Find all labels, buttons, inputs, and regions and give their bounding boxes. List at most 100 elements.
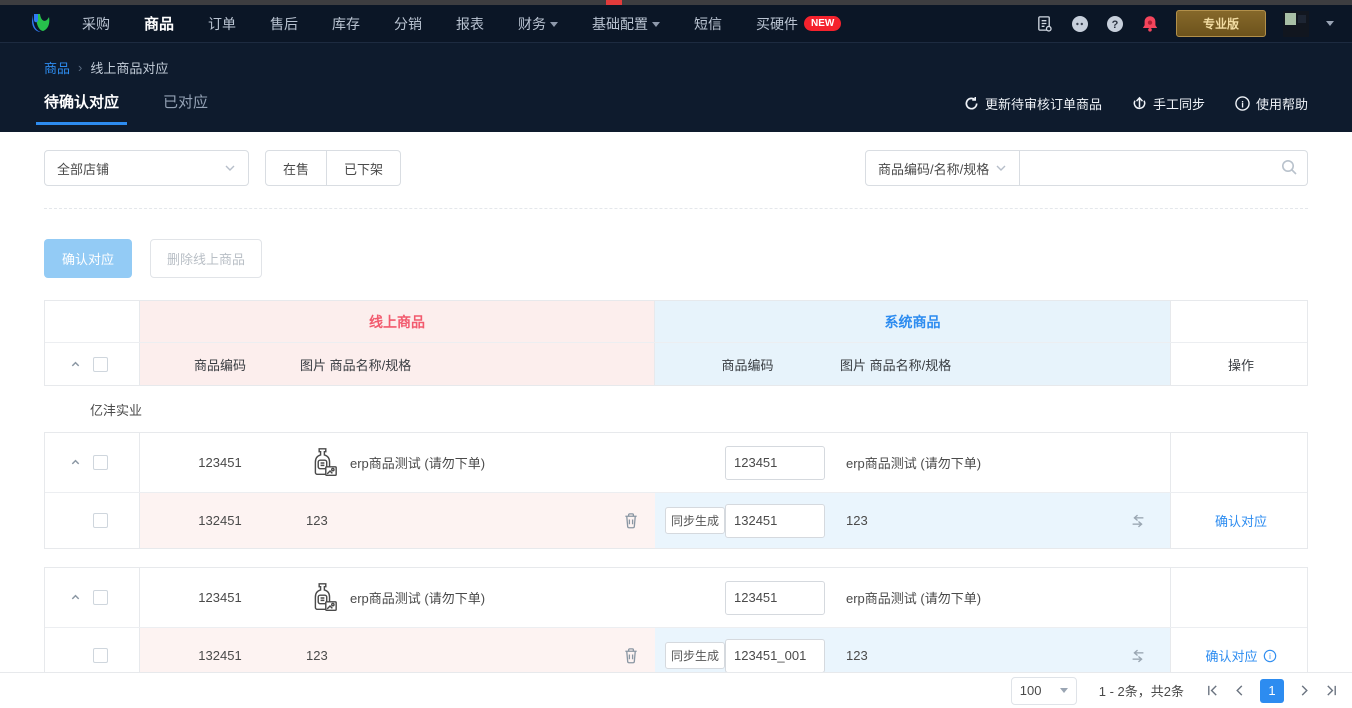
nav-item-purchase[interactable]: 采购: [82, 14, 110, 34]
browser-notch: [606, 0, 622, 5]
row-checkbox[interactable]: [93, 648, 108, 663]
nav-item-orders[interactable]: 订单: [208, 14, 236, 34]
tab-matched[interactable]: 已对应: [163, 91, 208, 125]
header-actions: 更新待审核订单商品 手工同步 i 使用帮助: [964, 94, 1308, 125]
system-code-input[interactable]: [725, 581, 825, 615]
system-code-input[interactable]: [725, 504, 825, 538]
trash-icon[interactable]: [623, 647, 655, 664]
system-name: erp商品测试 (请勿下单): [840, 433, 1105, 492]
first-page-icon[interactable]: [1206, 684, 1219, 697]
shop-select[interactable]: 全部店铺: [44, 150, 249, 186]
chevron-down-icon[interactable]: [1326, 21, 1334, 26]
row-checkbox[interactable]: [93, 590, 108, 605]
search-icon[interactable]: [1280, 158, 1298, 176]
online-code: 132451: [140, 493, 300, 548]
nav-item-base-config[interactable]: 基础配置: [592, 14, 660, 34]
collapse-all-icon[interactable]: [70, 359, 81, 370]
prev-page-icon[interactable]: [1233, 684, 1246, 697]
refresh-pending-orders-link[interactable]: 更新待审核订单商品: [964, 94, 1102, 113]
online-product-group-header: 线上商品: [140, 301, 655, 342]
row-select-cell: [45, 568, 140, 627]
search-input[interactable]: [1020, 150, 1308, 186]
nav-item-aftersale[interactable]: 售后: [270, 14, 298, 34]
confirm-match-link[interactable]: 确认对应 i: [1205, 646, 1276, 665]
search-group: 商品编码/名称/规格: [865, 150, 1308, 186]
tab-pending-match[interactable]: 待确认对应: [44, 91, 119, 125]
svg-text:i: i: [1241, 99, 1244, 109]
help-icon[interactable]: ?: [1106, 15, 1124, 33]
usage-help-link[interactable]: i 使用帮助: [1235, 94, 1308, 113]
pagination-range: 1 - 2条，共2条: [1099, 681, 1184, 700]
page-header: 商品 › 线上商品对应 待确认对应 已对应 更新待审核订单商品 手工同步: [0, 42, 1352, 132]
current-page[interactable]: 1: [1260, 679, 1284, 703]
version-badge[interactable]: 专业版: [1176, 10, 1266, 37]
last-page-icon[interactable]: [1325, 684, 1338, 697]
system-code-input[interactable]: [725, 639, 825, 673]
avatar[interactable]: [1283, 11, 1309, 37]
next-page-icon[interactable]: [1298, 684, 1311, 697]
nav-item-finance[interactable]: 财务: [518, 14, 558, 34]
tab-bar: 待确认对应 已对应: [44, 91, 208, 125]
info-icon: i: [1263, 649, 1277, 663]
nav-item-buy-hardware[interactable]: 买硬件NEW: [756, 14, 841, 34]
sync-generate-button[interactable]: 同步生成: [665, 642, 725, 669]
trash-icon[interactable]: [623, 512, 655, 529]
row-checkbox[interactable]: [93, 513, 108, 528]
system-name: erp商品测试 (请勿下单): [840, 568, 1105, 627]
chevron-down-icon: [550, 22, 558, 27]
page-size-select[interactable]: 100: [1011, 677, 1077, 705]
online-name: erp商品测试 (请勿下单): [344, 433, 655, 492]
header-spacer: [1171, 301, 1311, 342]
system-name: 123: [840, 493, 1105, 548]
chevron-down-icon: [224, 162, 236, 174]
online-code: 123451: [140, 433, 300, 492]
nav-item-distribution[interactable]: 分销: [394, 14, 422, 34]
product-match-block: 123451 erp商品测试 (请勿下单) erp商品测试 (请勿下单): [44, 567, 1308, 684]
on-sale-button[interactable]: 在售: [265, 150, 327, 186]
parent-row: 123451 erp商品测试 (请勿下单) erp商品测试 (请勿下单): [45, 568, 1307, 628]
collapse-row-icon[interactable]: [70, 592, 81, 603]
nav-item-reports[interactable]: 报表: [456, 14, 484, 34]
confirm-match-link[interactable]: 确认对应: [1215, 511, 1267, 530]
system-code-cell: [725, 568, 840, 627]
online-name: 123: [306, 513, 328, 528]
manual-sync-link[interactable]: 手工同步: [1132, 94, 1205, 113]
row-select-cell: [45, 433, 140, 492]
breadcrumb-current: 线上商品对应: [90, 58, 168, 77]
system-code-input[interactable]: [725, 446, 825, 480]
select-all-checkbox[interactable]: [93, 357, 108, 372]
swap-icon[interactable]: [1105, 493, 1171, 548]
info-icon: i: [1235, 96, 1250, 111]
delete-online-product-button[interactable]: 删除线上商品: [150, 239, 262, 278]
new-badge: NEW: [804, 16, 841, 31]
upload-circle-icon: [1132, 96, 1147, 111]
system-code-header: 商品编码: [655, 343, 840, 385]
main-nav: 采购 商品 订单 售后 库存 分销 报表 财务 基础配置 短信 买硬件NEW: [82, 13, 841, 34]
table-header: 线上商品 系统商品 商品编码 图片 商品名称/规格 商品编码 图片 商品名称/规…: [44, 300, 1308, 386]
online-code-header: 商品编码: [140, 343, 300, 385]
search-type-select[interactable]: 商品编码/名称/规格: [865, 150, 1020, 186]
nav-item-products[interactable]: 商品: [144, 13, 174, 34]
confirm-match-button[interactable]: 确认对应: [44, 239, 132, 278]
breadcrumb: 商品 › 线上商品对应: [44, 43, 1308, 77]
bulk-actions: 确认对应 删除线上商品: [44, 239, 1308, 278]
child-row: 132451 123 同步生成 123: [45, 493, 1307, 548]
breadcrumb-root[interactable]: 商品: [44, 58, 70, 77]
off-shelf-button[interactable]: 已下架: [327, 150, 401, 186]
sync-generate-button[interactable]: 同步生成: [665, 507, 725, 534]
navbar-right: ? 专业版: [1036, 10, 1334, 37]
online-img-name-header: 图片 商品名称/规格: [300, 343, 655, 385]
system-img-name-header: 图片 商品名称/规格: [840, 343, 1171, 385]
main-content: 全部店铺 在售 已下架 商品编码/名称/规格 确认对应 删除线上商品: [0, 150, 1352, 684]
notification-bell-icon[interactable]: [1141, 15, 1159, 33]
app-logo-icon[interactable]: [28, 11, 54, 37]
chat-icon[interactable]: [1071, 15, 1089, 33]
system-code-cell: [725, 493, 840, 548]
system-code-cell: [725, 433, 840, 492]
nav-item-inventory[interactable]: 库存: [332, 14, 360, 34]
collapse-row-icon[interactable]: [70, 457, 81, 468]
invoice-icon[interactable]: [1036, 15, 1054, 33]
nav-item-sms[interactable]: 短信: [694, 14, 722, 34]
parent-row: 123451 erp商品测试 (请勿下单) erp商品测试 (请勿下单): [45, 433, 1307, 493]
row-checkbox[interactable]: [93, 455, 108, 470]
